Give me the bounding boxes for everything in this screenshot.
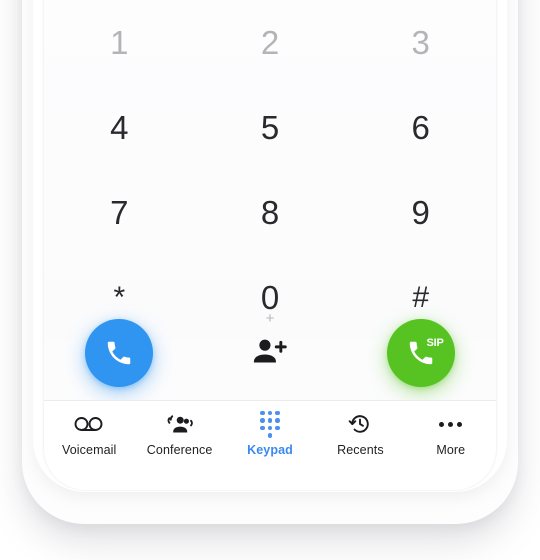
keypad-icon [258, 410, 282, 438]
call-actions-row: SIP [44, 305, 496, 400]
tab-keypad[interactable]: Keypad [225, 410, 315, 490]
bottom-tab-bar: Voicemail Conference Keypad Recents More [44, 401, 496, 490]
add-contact-button[interactable] [251, 335, 289, 370]
key-7[interactable]: 7 [44, 170, 195, 255]
key-9[interactable]: 9 [345, 170, 496, 255]
key-5-digit: 5 [260, 109, 280, 146]
key-8-digit: 8 [260, 194, 280, 231]
phone-handset-icon [104, 338, 134, 368]
tab-more-label: More [436, 443, 466, 457]
key-2-digit: 2 [260, 24, 280, 61]
key-6-digit: 6 [411, 109, 430, 146]
tab-voicemail[interactable]: Voicemail [44, 411, 134, 490]
app-screen: 1 2 3 4 5 6 7 8 9 * 0 + # SIP Voicemail … [44, 0, 496, 490]
key-7-digit: 7 [110, 194, 129, 231]
key-4-digit: 4 [110, 109, 129, 146]
tab-recents-label: Recents [337, 443, 384, 457]
key-6[interactable]: 6 [345, 85, 496, 170]
conference-icon [165, 411, 195, 437]
tab-conference[interactable]: Conference [134, 411, 224, 490]
key-9-digit: 9 [411, 194, 430, 231]
dial-keypad: 1 2 3 4 5 6 7 8 9 * 0 + # [44, 0, 496, 340]
tab-more[interactable]: More [406, 411, 496, 490]
tab-voicemail-label: Voicemail [61, 443, 117, 457]
key-1-digit: 1 [110, 24, 129, 61]
voicemail-icon [74, 411, 104, 437]
sip-badge-label: SIP [426, 336, 444, 349]
tab-recents[interactable]: Recents [315, 411, 405, 490]
tab-conference-label: Conference [146, 443, 213, 457]
person-add-icon [251, 335, 289, 370]
key-2[interactable]: 2 [195, 0, 346, 85]
more-icon [439, 411, 463, 437]
key-3[interactable]: 3 [345, 0, 496, 85]
tab-keypad-label: Keypad [247, 443, 293, 457]
key-3-digit: 3 [411, 24, 430, 61]
call-button[interactable] [85, 318, 154, 387]
key-1[interactable]: 1 [44, 0, 195, 85]
key-4[interactable]: 4 [44, 85, 195, 170]
key-5[interactable]: 5 [195, 85, 346, 170]
key-8[interactable]: 8 [195, 170, 346, 255]
history-icon [348, 411, 372, 437]
phone-screenshot: 1 2 3 4 5 6 7 8 9 * 0 + # SIP Voicemail … [0, 0, 540, 560]
sip-call-button[interactable]: SIP [386, 318, 455, 387]
